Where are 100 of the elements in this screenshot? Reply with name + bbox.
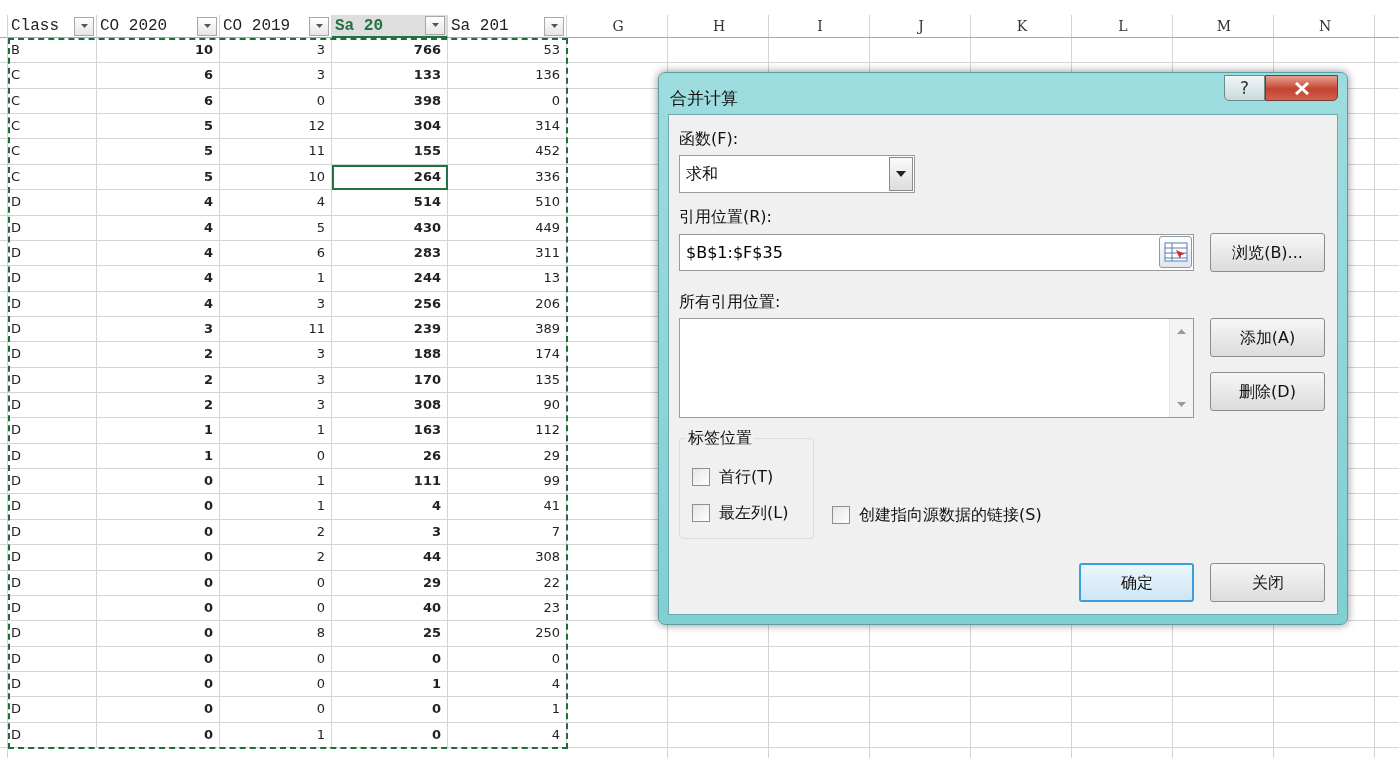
table-cell: 188: [332, 342, 448, 368]
table-cell: 4: [97, 190, 220, 216]
function-dropdown[interactable]: 求和: [679, 155, 915, 193]
table-cell: C: [8, 164, 97, 191]
help-button[interactable]: ?: [1224, 75, 1265, 101]
checkbox[interactable]: [692, 468, 710, 486]
x-icon: [1293, 81, 1310, 95]
column-letter: L: [1072, 15, 1173, 38]
table-cell: 2: [97, 342, 220, 368]
table-cell: 0: [97, 494, 220, 520]
table-cell: D: [8, 443, 97, 470]
table-cell: 4: [97, 266, 220, 292]
table-cell: 1: [332, 672, 448, 698]
table-cell: 0: [97, 519, 220, 546]
table-cell: 11: [220, 139, 332, 165]
table-cell: 2: [220, 519, 332, 546]
table-cell: 3: [332, 519, 448, 546]
browse-button[interactable]: 浏览(B)...: [1210, 233, 1325, 272]
caret-icon: [430, 23, 440, 28]
checkbox[interactable]: [832, 506, 850, 524]
filter-button[interactable]: [309, 16, 329, 36]
table-cell: D: [8, 291, 97, 317]
table-cell: B: [8, 38, 97, 64]
checkbox[interactable]: [692, 504, 710, 522]
table-cell: 256: [332, 291, 448, 317]
scrollbar[interactable]: [1169, 319, 1193, 417]
table-cell: 0: [97, 697, 220, 723]
dropdown-button[interactable]: [889, 157, 913, 191]
table-cell: D: [8, 316, 97, 343]
table-cell: 112: [448, 418, 567, 444]
table-cell: 0: [220, 443, 332, 470]
table-cell: 0: [220, 570, 332, 596]
filter-button[interactable]: [74, 16, 94, 36]
table-cell: 0: [97, 672, 220, 698]
table-cell: 53: [448, 38, 567, 64]
table-cell: D: [8, 646, 97, 672]
table-cell: 0: [332, 697, 448, 723]
caret-icon: [79, 23, 89, 29]
table-cell: C: [8, 139, 97, 165]
table-cell: 4: [332, 494, 448, 520]
table-cell: 3: [220, 342, 332, 368]
table-cell: 304: [332, 114, 448, 140]
table-cell: 170: [332, 367, 448, 394]
table-cell: 1: [97, 443, 220, 470]
references-listbox[interactable]: [679, 318, 1194, 418]
ok-button[interactable]: 确定: [1079, 563, 1194, 602]
column-letter: H: [668, 15, 769, 38]
caret-icon: [896, 171, 906, 177]
table-cell: 6: [97, 88, 220, 115]
filter-button[interactable]: [544, 16, 564, 36]
table-cell: 314: [448, 114, 567, 140]
table-cell: 0: [332, 646, 448, 672]
table-cell: 452: [448, 139, 567, 165]
table-cell: D: [8, 393, 97, 419]
table-cell: 1: [220, 469, 332, 495]
table-cell: 0: [220, 672, 332, 698]
table-cell: 3: [220, 393, 332, 419]
scroll-down-icon[interactable]: [1177, 402, 1186, 407]
table-cell: D: [8, 570, 97, 596]
table-cell: C: [8, 63, 97, 89]
table-cell: D: [8, 672, 97, 698]
reference-field[interactable]: $B$1:$F$35: [679, 234, 1194, 271]
table-cell: 0: [332, 722, 448, 749]
table-cell: 0: [220, 595, 332, 622]
checkbox-label: 最左列(L): [719, 502, 789, 524]
column-letter: I: [769, 15, 870, 38]
range-picker-button[interactable]: [1159, 236, 1192, 268]
delete-button[interactable]: 删除(D): [1210, 372, 1325, 411]
table-cell: 311: [448, 240, 567, 267]
table-cell: D: [8, 519, 97, 546]
group-title: 标签位置: [686, 427, 754, 449]
table-cell: 29: [332, 570, 448, 596]
table-cell: 0: [97, 595, 220, 622]
table-cell: 111: [332, 469, 448, 495]
column-title: Class: [11, 16, 59, 37]
column-letter: N: [1274, 15, 1375, 38]
table-cell: 514: [332, 190, 448, 216]
filter-button[interactable]: [197, 16, 217, 36]
table-cell: 1: [220, 494, 332, 520]
table-cell: 44: [332, 545, 448, 571]
table-cell: 239: [332, 316, 448, 343]
table-cell: 5: [220, 215, 332, 241]
table-cell: 10: [97, 38, 220, 64]
table-cell: 1: [220, 722, 332, 749]
table-cell: 0: [220, 646, 332, 672]
table-cell: 0: [220, 697, 332, 723]
table-cell: 12: [220, 114, 332, 140]
scroll-up-icon[interactable]: [1177, 329, 1186, 334]
table-cell: 4: [97, 291, 220, 317]
close-button[interactable]: [1265, 75, 1338, 101]
table-cell: D: [8, 342, 97, 368]
table-cell: 3: [220, 63, 332, 89]
table-cell: 5: [97, 139, 220, 165]
caret-icon: [202, 23, 212, 29]
close-dialog-button[interactable]: 关闭: [1210, 563, 1325, 602]
column-letter: G: [567, 15, 668, 38]
add-button[interactable]: 添加(A): [1210, 318, 1325, 357]
table-cell: 99: [448, 469, 567, 495]
table-cell: 5: [97, 164, 220, 191]
filter-button[interactable]: [425, 16, 445, 35]
